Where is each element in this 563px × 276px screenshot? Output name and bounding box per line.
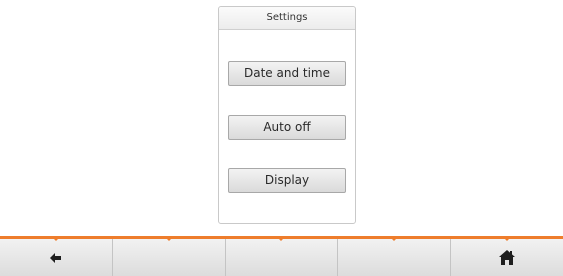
display-button[interactable]: Display (228, 168, 346, 193)
bar-notch (278, 238, 285, 241)
home-icon (499, 250, 516, 265)
bar-notch (391, 238, 398, 241)
bottom-bar-slot-4[interactable] (338, 238, 452, 276)
bar-notch (52, 238, 59, 241)
bottom-navigation-bar (0, 236, 563, 276)
date-and-time-button[interactable]: Date and time (228, 61, 346, 86)
back-button[interactable] (0, 238, 113, 276)
back-arrow-icon (49, 252, 61, 263)
bar-notch (504, 238, 511, 241)
home-button[interactable] (451, 238, 563, 276)
settings-panel-title: Settings (219, 7, 355, 30)
auto-off-button[interactable]: Auto off (228, 115, 346, 140)
bottom-bar-slot-3[interactable] (226, 238, 339, 276)
settings-panel: Settings Date and time Auto off Display (218, 6, 356, 224)
bottom-bar-slot-2[interactable] (113, 238, 226, 276)
bar-notch (165, 238, 172, 241)
